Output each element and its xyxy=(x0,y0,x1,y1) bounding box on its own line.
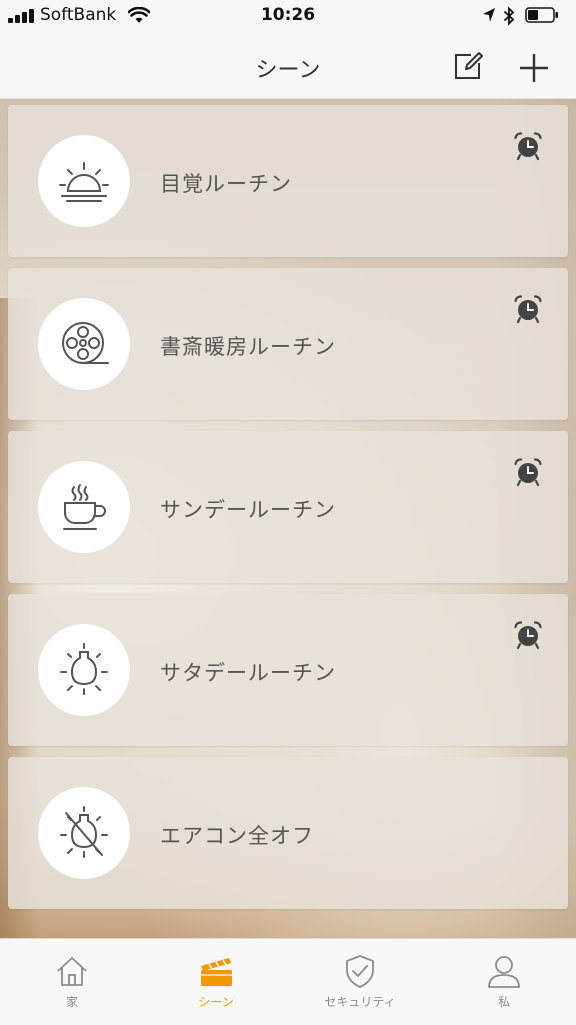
scene-icon-badge xyxy=(38,787,130,879)
scene-name: エアコン全オフ xyxy=(160,824,314,848)
scene-icon-badge xyxy=(38,624,130,716)
navigation-bar: シーン xyxy=(0,32,576,99)
alarm-clock-icon xyxy=(514,621,542,650)
tab-label: セキュリティ xyxy=(324,995,396,1009)
scene-icon-badge xyxy=(38,461,130,553)
scene-card-study-heating[interactable]: 書斎暖房ルーチン xyxy=(8,268,568,420)
alarm-clock-icon xyxy=(514,458,542,487)
alarm-clock-icon xyxy=(514,132,542,161)
page-title: シーン xyxy=(255,58,321,83)
tab-label: 家 xyxy=(65,995,78,1009)
scene-name: サンデールーチン xyxy=(160,498,336,522)
scene-name: サタデールーチン xyxy=(160,661,336,685)
location-arrow-icon xyxy=(483,8,495,22)
tab-scene[interactable]: シーン xyxy=(144,939,288,1025)
tab-security[interactable]: セキュリティ xyxy=(288,939,432,1025)
coffee-cup-icon xyxy=(63,484,106,530)
tab-me[interactable]: 私 xyxy=(432,939,576,1025)
bulb-off-icon xyxy=(60,806,108,858)
scene-card-sunday[interactable]: サンデールーチン xyxy=(8,431,568,583)
scene-name: 目覚ルーチン xyxy=(160,172,292,196)
scene-name: 書斎暖房ルーチン xyxy=(160,335,336,359)
plus-icon[interactable] xyxy=(516,50,552,86)
alarm-clock-icon xyxy=(514,295,542,324)
tab-bar: 家 シーン セキュリティ 私 xyxy=(0,938,576,1025)
scene-icon-badge xyxy=(38,135,130,227)
scene-card-wake[interactable]: 目覚ルーチン xyxy=(8,105,568,257)
clapperboard-icon xyxy=(201,958,232,986)
tab-home[interactable]: 家 xyxy=(0,939,144,1025)
sunrise-icon xyxy=(59,162,109,202)
tab-label: シーン xyxy=(198,995,234,1009)
scene-card-aircon-all-off[interactable]: エアコン全オフ xyxy=(8,757,568,909)
scene-icon-badge xyxy=(38,298,130,390)
scene-card-saturday[interactable]: サタデールーチン xyxy=(8,594,568,746)
edit-icon[interactable] xyxy=(452,50,484,82)
battery-icon xyxy=(525,7,558,23)
person-icon xyxy=(488,956,520,988)
bulb-on-icon xyxy=(60,643,108,695)
shield-check-icon xyxy=(346,955,374,988)
bluetooth-icon xyxy=(503,6,515,26)
status-bar: SoftBank 10:26 xyxy=(0,0,576,32)
film-reel-icon xyxy=(62,322,109,364)
home-icon xyxy=(57,957,87,986)
tab-label: 私 xyxy=(497,995,510,1009)
